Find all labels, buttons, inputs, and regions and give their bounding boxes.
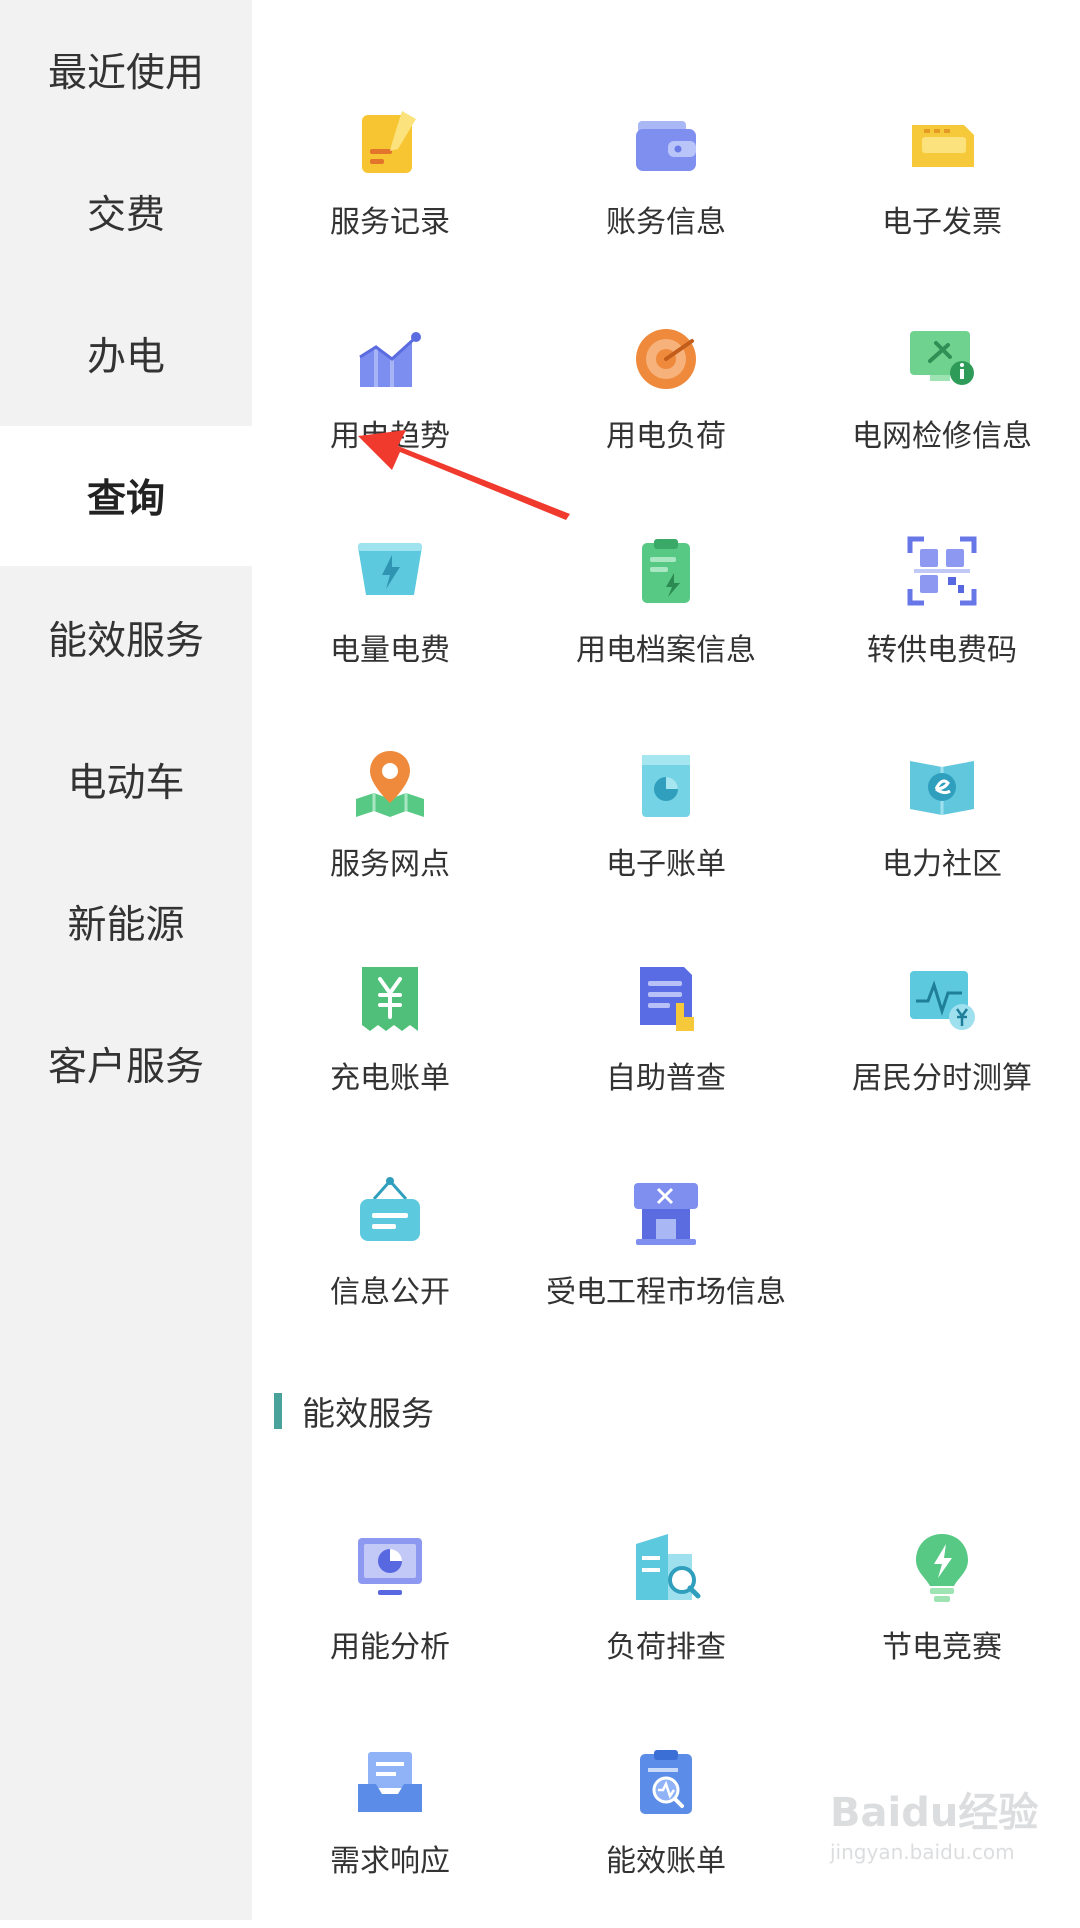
service-tile-usage-trend[interactable]: 用电趋势 [252,289,528,503]
sidebar-item-new-energy[interactable]: 新能源 [0,852,252,992]
inbox-tray-icon [352,1744,428,1820]
service-label: 账务信息 [606,205,726,240]
sidebar-item-energy-efficiency[interactable]: 能效服务 [0,568,252,708]
main-content: 服务记录 账务信息 电子发票 用电趋势 用电负荷 电网检修信息 电量电费 用电档… [252,0,1080,1920]
monitor-pie-icon [352,1530,428,1606]
service-tile-transfer-fee-code[interactable]: 转供电费码 [804,503,1080,717]
service-tile-power-load[interactable]: 用电负荷 [528,289,804,503]
sidebar-item-label: 查询 [86,477,165,522]
book-community-icon [904,747,980,823]
sidebar-item-payment[interactable]: 交费 [0,142,252,282]
service-label: 信息公开 [330,1275,450,1310]
sidebar-item-recent[interactable]: 最近使用 [0,0,252,140]
service-tile-power-project-market-info[interactable]: 受电工程市场信息 [528,1145,804,1359]
watermark-url: jingyan.baidu.com [830,1840,1015,1864]
service-tile-e-invoice[interactable]: 电子发票 [804,75,1080,289]
chart-yuan-icon [904,961,980,1037]
sidebar-item-label: 新能源 [67,903,185,948]
service-label: 需求响应 [330,1844,450,1879]
battery-bolt-icon [352,533,428,609]
service-tile-energy-analysis[interactable]: 用能分析 [252,1500,528,1714]
qr-code-icon [904,533,980,609]
watermark-logo: Baidu经验 [830,1790,1039,1836]
storefront-tools-icon [628,1175,704,1251]
service-tile-service-outlets[interactable]: 服务网点 [252,717,528,931]
service-tile-service-record[interactable]: 服务记录 [252,75,528,289]
service-label: 节电竞赛 [882,1630,1002,1665]
service-tile-demand-response[interactable]: 需求响应 [252,1714,528,1928]
service-label: 用电趋势 [330,419,450,454]
service-tile-charging-bill[interactable]: 充电账单 [252,931,528,1145]
baidu-watermark: Baidu经验 jingyan.baidu.com [830,1780,1060,1880]
building-search-icon [628,1530,704,1606]
sidebar-item-label: 能效服务 [47,619,204,664]
hanging-sign-icon [352,1175,428,1251]
query-service-grid: 服务记录 账务信息 电子发票 用电趋势 用电负荷 电网检修信息 电量电费 用电档… [252,75,1080,1359]
service-tile-account-info[interactable]: 账务信息 [528,75,804,289]
section-header-energy-efficiency: 能效服务 [274,1390,434,1433]
note-pencil-icon [352,105,428,181]
service-tile-power-community[interactable]: 电力社区 [804,717,1080,931]
wallet-icon [628,105,704,181]
service-tile-load-check[interactable]: 负荷排查 [528,1500,804,1714]
service-label: 居民分时测算 [852,1061,1032,1096]
service-tile-self-inspection[interactable]: 自助普查 [528,931,804,1145]
category-sidebar: 最近使用 交费 办电 查询 能效服务 电动车 新能源 客户服务 [0,0,252,1920]
service-tile-saving-contest[interactable]: 节电竞赛 [804,1500,1080,1714]
yuan-receipt-icon [352,961,428,1037]
sidebar-item-query[interactable]: 查询 [0,426,252,566]
service-label: 电网检修信息 [852,419,1032,454]
map-pin-icon [352,747,428,823]
sidebar-item-label: 办电 [86,335,165,380]
sidebar-item-apply-electricity[interactable]: 办电 [0,284,252,424]
service-label: 用能分析 [330,1630,450,1665]
service-tile-info-disclosure[interactable]: 信息公开 [252,1145,528,1359]
clipboard-search-icon [628,1744,704,1820]
trend-chart-icon [352,319,428,395]
sidebar-item-label: 交费 [86,193,165,238]
service-label: 受电工程市场信息 [546,1275,786,1310]
clipboard-bolt-icon [628,533,704,609]
service-label: 自助普查 [606,1061,726,1096]
service-label: 服务记录 [330,205,450,240]
service-label: 用电档案信息 [576,633,756,668]
service-label: 负荷排查 [606,1630,726,1665]
service-tile-usage-archive-info[interactable]: 用电档案信息 [528,503,804,717]
service-tile-efficiency-bill[interactable]: 能效账单 [528,1714,804,1928]
section-accent-bar [274,1393,282,1429]
service-label: 服务网点 [330,847,450,882]
service-label: 电力社区 [882,847,1002,882]
service-tile-time-of-use-calculator[interactable]: 居民分时测算 [804,931,1080,1145]
sidebar-item-label: 电动车 [67,761,185,806]
monitor-plug-info-icon [904,319,980,395]
bill-pie-icon [628,747,704,823]
service-label: 电子发票 [882,205,1002,240]
service-label: 用电负荷 [606,419,726,454]
sidebar-item-electric-vehicle[interactable]: 电动车 [0,710,252,850]
service-label: 电量电费 [330,633,450,668]
section-title: 能效服务 [302,1394,434,1433]
service-label: 能效账单 [606,1844,726,1879]
invoice-icon [904,105,980,181]
gauge-icon [628,319,704,395]
service-label: 充电账单 [330,1061,450,1096]
document-hand-icon [628,961,704,1037]
sidebar-item-label: 客户服务 [47,1045,204,1090]
service-tile-e-bill[interactable]: 电子账单 [528,717,804,931]
service-label: 电子账单 [606,847,726,882]
sidebar-item-label: 最近使用 [47,51,204,96]
service-label: 转供电费码 [867,633,1017,668]
service-tile-consumption-fee[interactable]: 电量电费 [252,503,528,717]
service-tile-grid-maintenance-info[interactable]: 电网检修信息 [804,289,1080,503]
sidebar-item-customer-service[interactable]: 客户服务 [0,994,252,1134]
lightbulb-bolt-icon [904,1530,980,1606]
